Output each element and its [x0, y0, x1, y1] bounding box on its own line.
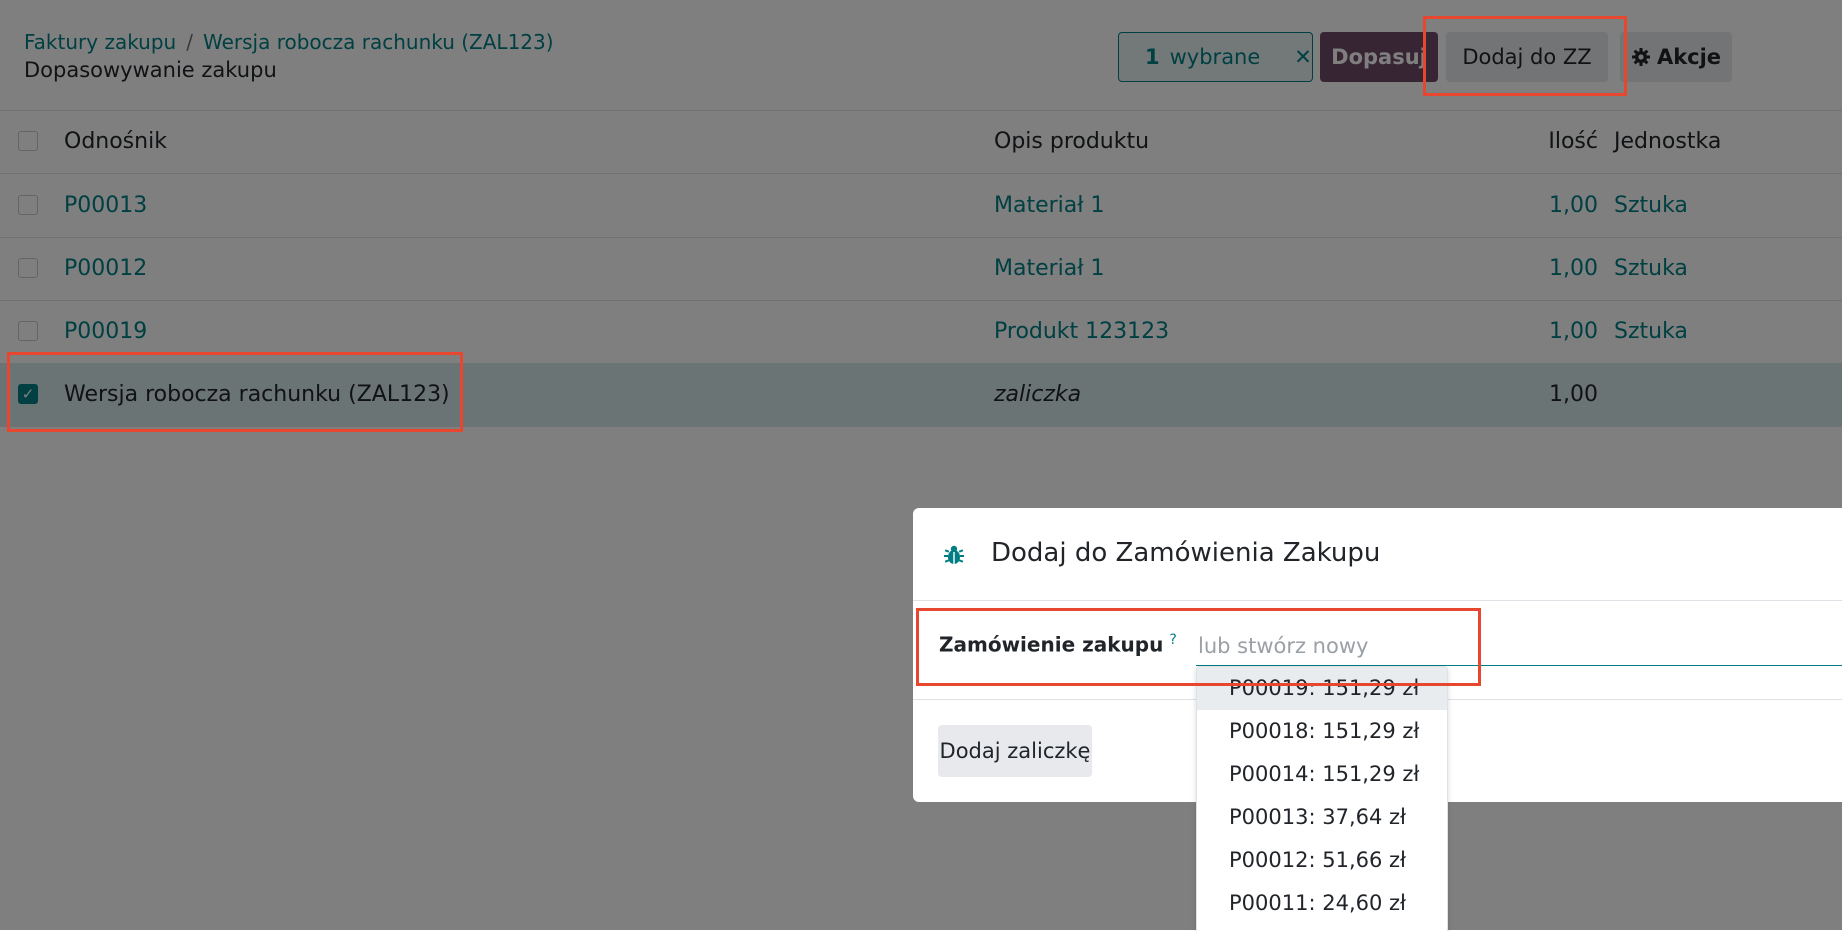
dialog-title: Dodaj do Zamówienia Zakupu — [991, 538, 1381, 568]
dropdown-option[interactable]: P00012: 51,66 zł — [1197, 839, 1447, 882]
dropdown-option[interactable]: P00018: 151,29 zł — [1197, 710, 1447, 753]
dropdown-option[interactable]: P00013: 37,64 zł — [1197, 796, 1447, 839]
add-advance-button[interactable]: Dodaj zaliczkę — [938, 725, 1092, 777]
annotation-box-po-field — [916, 608, 1481, 686]
dropdown-option[interactable]: P00011: 24,60 zł — [1197, 882, 1447, 925]
annotation-box-add-to-po — [1423, 16, 1627, 96]
po-autocomplete-dropdown: P00019: 151,29 zł P00018: 151,29 zł P000… — [1196, 666, 1448, 931]
dropdown-option[interactable]: P00014: 151,29 zł — [1197, 753, 1447, 796]
bug-icon[interactable] — [943, 544, 965, 566]
dialog-header: Dodaj do Zamówienia Zakupu — [913, 508, 1842, 601]
annotation-box-selected-row — [7, 352, 463, 432]
